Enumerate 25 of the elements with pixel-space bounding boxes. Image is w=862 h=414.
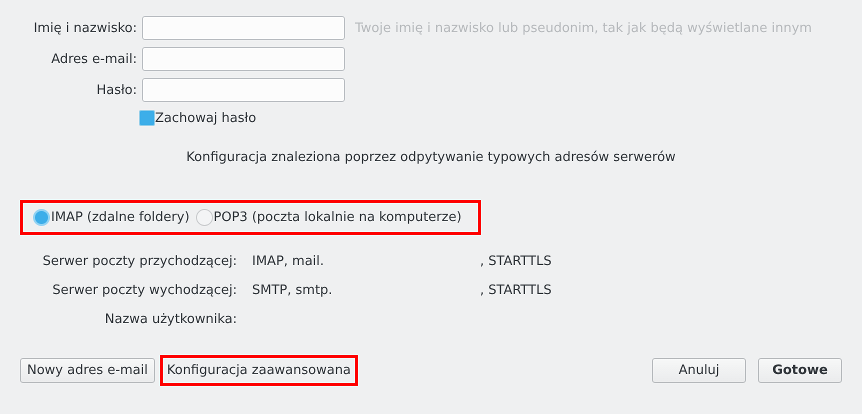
checkbox[interactable] (139, 110, 155, 126)
radio-button[interactable] (33, 209, 50, 226)
radio-button[interactable] (196, 209, 213, 226)
checkbox-label: Zachowaj hasło (155, 110, 256, 126)
field-label: Adres e-mail: (50, 52, 137, 66)
input-field[interactable] (142, 16, 345, 40)
detail-value: IMAP, mail. (252, 254, 326, 271)
field-label: Hasło: (95, 82, 137, 98)
field-hint: Twoje imię i nazwisko lub pseudonim, tak jak będą wyświetlane innym (354, 20, 813, 36)
done-button[interactable]: Gotowe (758, 358, 842, 383)
new-email-button[interactable]: Nowy adres e-mail (20, 358, 155, 383)
radio-label: IMAP (zdalne foldery) (51, 210, 190, 225)
cancel-button[interactable]: Anuluj (652, 358, 746, 383)
status-message: Konfiguracja znaleziona poprzez odpytywanie typowych adresów serwerów (186, 150, 676, 165)
input-field[interactable] (142, 78, 345, 102)
detail-label: Nazwa użytkownika: (104, 312, 237, 329)
detail-label: Serwer poczty przychodzącej: (42, 254, 237, 271)
security-value: , STARTTLS (480, 254, 553, 271)
detail-label: Serwer poczty wychodzącej: (51, 283, 237, 300)
detail-value: SMTP, smtp. (252, 283, 334, 300)
field-label: Imię i nazwisko: (32, 20, 137, 36)
input-field[interactable] (142, 47, 345, 71)
advanced-config-button[interactable]: Konfiguracja zaawansowana (160, 355, 358, 386)
security-value: , STARTTLS (480, 283, 553, 300)
radio-label: POP3 (poczta lokalnie na komputerze) (214, 210, 462, 225)
